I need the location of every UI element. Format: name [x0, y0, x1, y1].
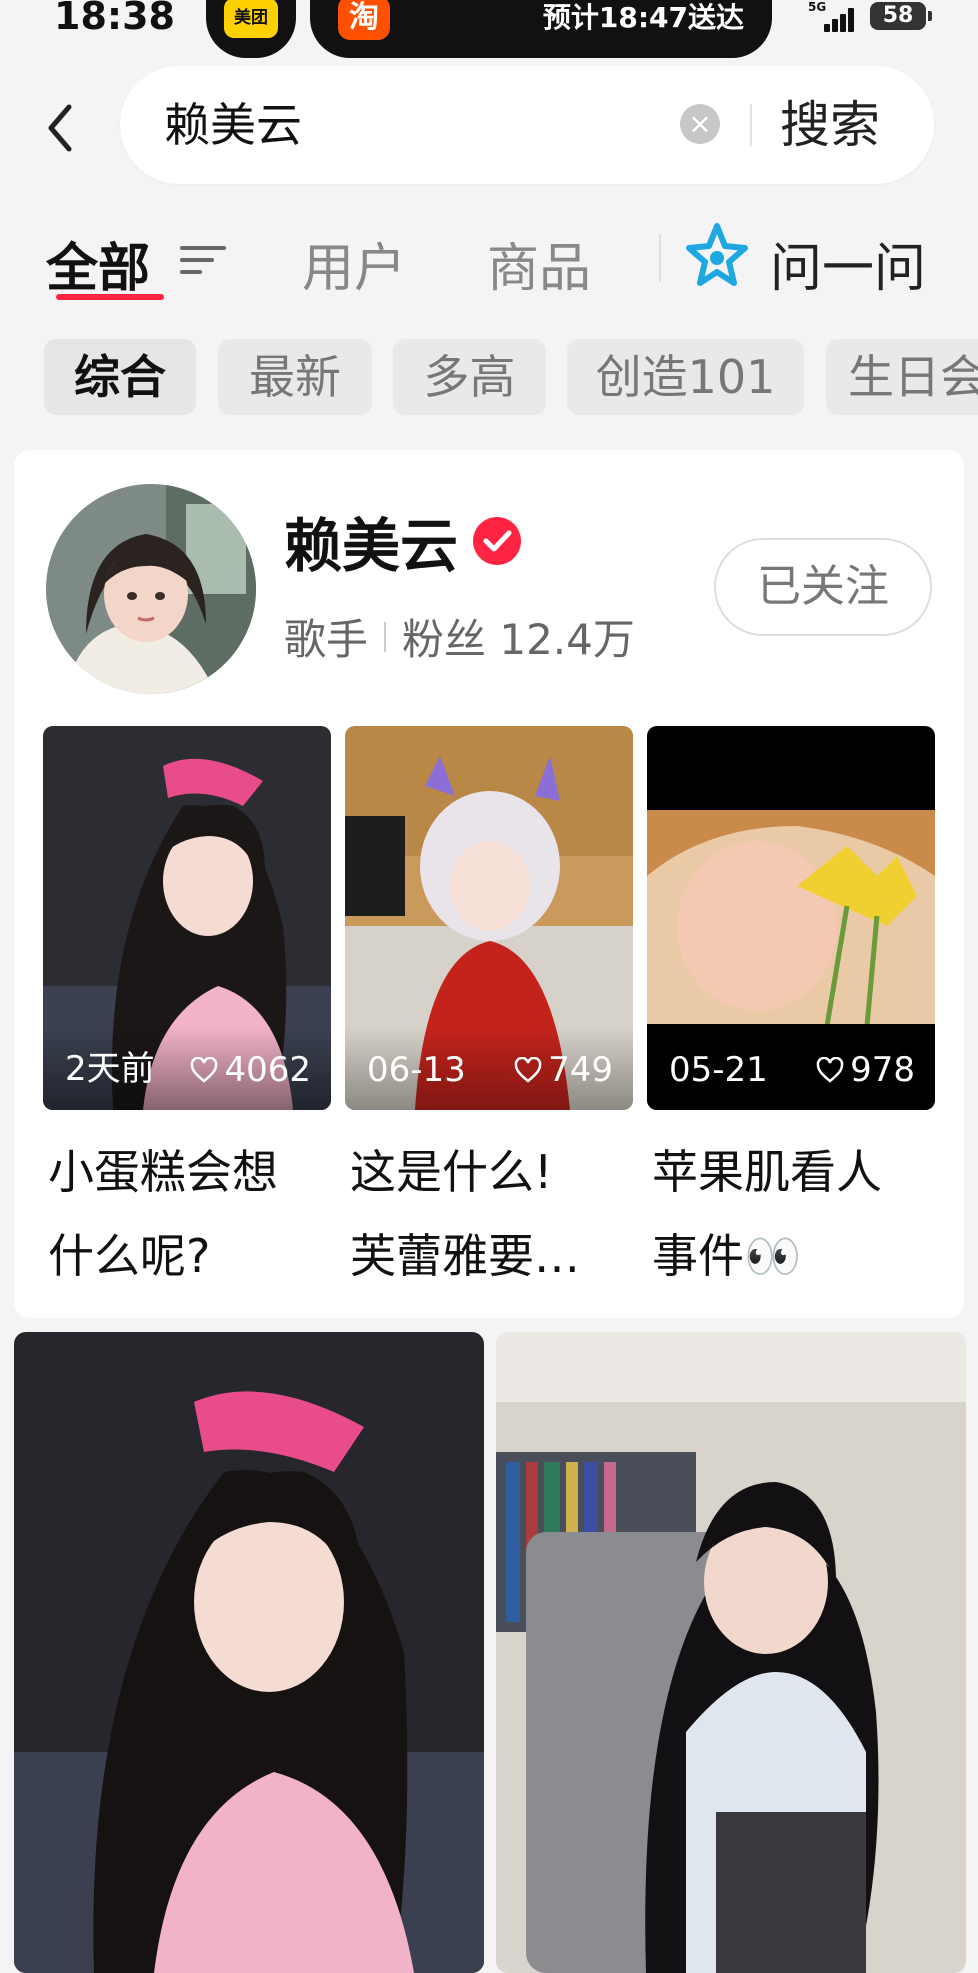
search-input[interactable]: 赖美云: [164, 66, 302, 184]
post-likes[interactable]: 978: [816, 1050, 915, 1090]
post-title-line: 芙蕾雅要…: [350, 1229, 580, 1283]
user-meta: 歌手 粉丝 12.4万: [284, 606, 635, 667]
post-title-line: 事件👀: [652, 1229, 802, 1283]
post-likes[interactable]: 749: [514, 1050, 613, 1090]
post-title-line: 这是什么!: [350, 1145, 553, 1199]
delivery-eta: 预计18:47送达: [542, 1, 744, 34]
chip-latest[interactable]: 最新: [218, 339, 372, 415]
like-count: 978: [850, 1050, 915, 1090]
post-title-line: 苹果肌看人: [652, 1145, 882, 1199]
back-arrow-icon: [48, 104, 72, 152]
network-type: 5G: [808, 0, 827, 14]
taobao-logo: 淘: [338, 0, 390, 40]
mini-post[interactable]: 06-13 749: [345, 726, 633, 1110]
feed-card[interactable]: [14, 1332, 484, 1973]
verified-icon: [473, 517, 522, 565]
meituan-island[interactable]: 美团: [206, 0, 296, 58]
tab-users[interactable]: 用户: [302, 226, 406, 301]
post-meta: 2天前 4062: [43, 1030, 331, 1110]
feed-card[interactable]: [496, 1332, 966, 1973]
signal-icon: 5G: [808, 0, 860, 32]
mini-post[interactable]: 05-21 978: [647, 726, 935, 1110]
status-bar: 18:38 美团 淘 预计18:47送达 5G 58: [0, 0, 978, 58]
like-count: 4062: [224, 1050, 311, 1090]
feed-image: [14, 1332, 484, 1973]
like-count: 749: [548, 1050, 613, 1090]
search-box[interactable]: 赖美云 × 搜索: [120, 66, 934, 184]
post-likes[interactable]: 4062: [190, 1050, 311, 1090]
post-title-line: 什么呢?: [48, 1229, 211, 1283]
avatar[interactable]: [46, 484, 256, 694]
meta-divider: [384, 621, 387, 652]
clear-icon[interactable]: ×: [680, 104, 720, 144]
post-date: 2天前: [65, 1049, 155, 1089]
back-button[interactable]: [40, 100, 80, 156]
ask-star-icon[interactable]: [686, 222, 748, 288]
delivery-island[interactable]: 淘 预计18:47送达: [310, 0, 772, 58]
filter-icon[interactable]: [180, 242, 226, 278]
chip-height[interactable]: 多高: [393, 339, 546, 415]
post-meta: 06-13 749: [345, 1030, 633, 1110]
user-name-row: 赖美云: [284, 506, 522, 580]
post-meta: 05-21 978: [647, 1030, 935, 1110]
post-title-line: 小蛋糕会想: [48, 1145, 278, 1199]
heart-icon: [191, 1057, 218, 1083]
follow-button[interactable]: 已关注: [714, 538, 932, 636]
tab-products[interactable]: 商品: [487, 226, 591, 301]
chip-birthday[interactable]: 生日会: [826, 339, 978, 415]
feed-image: [496, 1332, 966, 1973]
post-date: 06-13: [367, 1050, 466, 1090]
tab-divider: [659, 234, 661, 282]
search-divider: [750, 104, 752, 146]
post-title[interactable]: 这是什么! 芙蕾雅要…: [350, 1130, 640, 1298]
chip-comprehensive[interactable]: 综合: [44, 339, 196, 415]
tab-ask[interactable]: 问一问: [770, 226, 926, 301]
post-title[interactable]: 苹果肌看人 事件👀: [652, 1130, 942, 1298]
status-time: 18:38: [54, 0, 175, 38]
tab-all[interactable]: 全部: [46, 226, 150, 301]
follower-count: 粉丝 12.4万: [402, 615, 635, 664]
chip-produce101[interactable]: 创造101: [567, 339, 804, 415]
heart-icon: [816, 1057, 844, 1083]
active-tab-indicator: [56, 294, 164, 300]
battery-icon: 58: [870, 2, 932, 30]
post-title[interactable]: 小蛋糕会想 什么呢?: [48, 1130, 338, 1298]
user-role: 歌手: [284, 615, 369, 664]
heart-icon: [514, 1057, 542, 1083]
user-result-card[interactable]: 赖美云 歌手 粉丝 12.4万 已关注 2天前 4062 小蛋糕会想 什么呢? …: [14, 450, 964, 1318]
user-name: 赖美云: [284, 512, 459, 580]
mini-post[interactable]: 2天前 4062: [43, 726, 331, 1110]
search-button[interactable]: 搜索: [780, 66, 880, 184]
meituan-logo: 美团: [224, 0, 278, 38]
post-date: 05-21: [669, 1050, 768, 1090]
